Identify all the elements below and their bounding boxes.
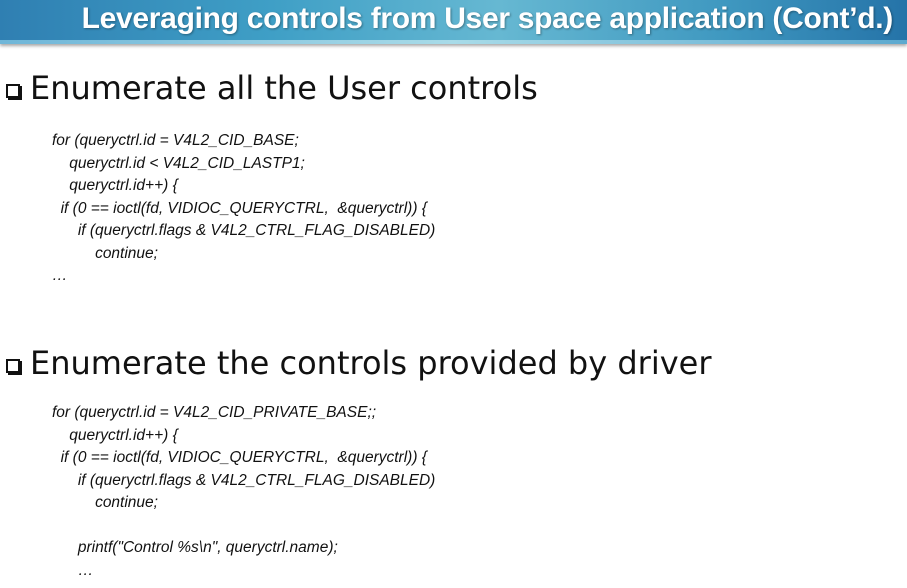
code-line: if (queryctrl.flags & V4L2_CTRL_FLAG_DIS… bbox=[52, 222, 436, 239]
code-line: … bbox=[52, 561, 94, 579]
section-heading-user-controls: Enumerate all the User controls bbox=[6, 69, 538, 107]
slide-title: Leveraging controls from User space appl… bbox=[81, 2, 894, 35]
code-line: if (queryctrl.flags & V4L2_CTRL_FLAG_DIS… bbox=[52, 471, 436, 489]
code-block-driver-controls: for (queryctrl.id = V4L2_CID_PRIVATE_BAS… bbox=[52, 402, 435, 582]
code-line: continue; bbox=[52, 244, 158, 262]
code-line: for (queryctrl.id = V4L2_CID_PRIVATE_BAS… bbox=[52, 404, 377, 421]
code-line: queryctrl.id++) { bbox=[52, 177, 178, 194]
code-line: continue; bbox=[52, 494, 158, 511]
section-heading-text: Enumerate the controls provided by drive… bbox=[30, 344, 712, 382]
slide-title-bar: Leveraging controls from User space appl… bbox=[0, 0, 907, 44]
hollow-square-bullet-icon bbox=[6, 84, 20, 98]
section-heading-text: Enumerate all the User controls bbox=[30, 69, 538, 107]
code-line: for (queryctrl.id = V4L2_CID_BASE; bbox=[52, 132, 299, 149]
code-line: … bbox=[52, 267, 68, 284]
code-line: queryctrl.id++) { bbox=[52, 426, 178, 444]
hollow-square-bullet-icon bbox=[6, 359, 20, 373]
code-line: if (0 == ioctl(fd, VIDIOC_QUERYCTRL, &qu… bbox=[52, 449, 427, 466]
section-heading-driver-controls: Enumerate the controls provided by drive… bbox=[6, 344, 711, 382]
code-line: if (0 == ioctl(fd, VIDIOC_QUERYCTRL, &qu… bbox=[52, 199, 427, 217]
code-block-user-controls: for (queryctrl.id = V4L2_CID_BASE; query… bbox=[52, 130, 435, 288]
code-line: queryctrl.id < V4L2_CID_LASTP1; bbox=[52, 154, 305, 172]
code-line: printf("Control %s\n", queryctrl.name); bbox=[52, 539, 338, 556]
